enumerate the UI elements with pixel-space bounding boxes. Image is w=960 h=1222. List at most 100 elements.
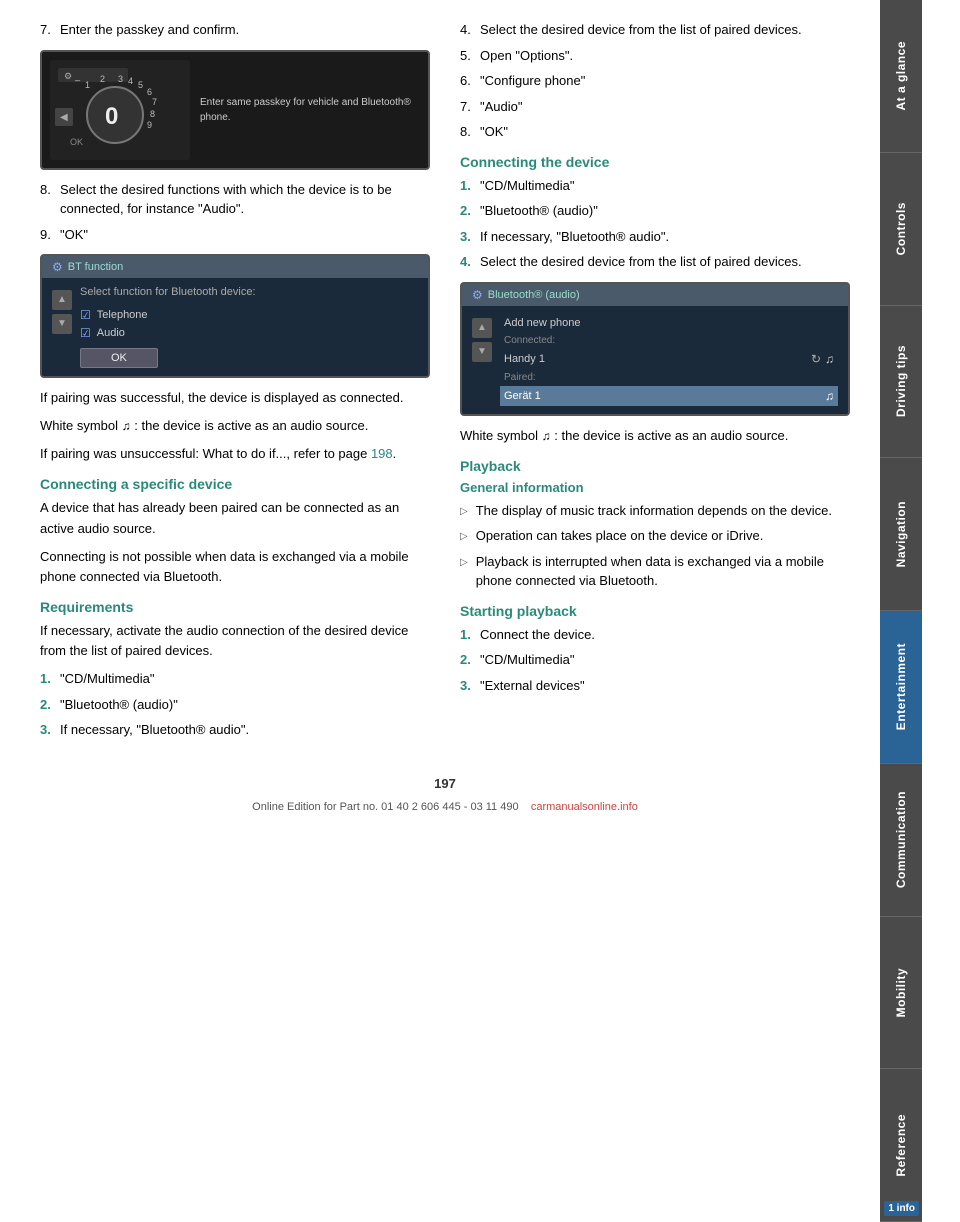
sidebar-item-at-a-glance[interactable]: At a glance (880, 0, 922, 153)
right-step-5: 5. Open "Options". (460, 46, 850, 66)
general-info-heading: General information (460, 480, 850, 495)
req-step2-text: "Bluetooth® (audio)" (60, 695, 178, 715)
step7-number: 7. (40, 20, 60, 40)
music-icon-connected: ♫ (825, 352, 834, 366)
req-step1-text: "CD/Multimedia" (60, 669, 154, 689)
right-step-8: 8. "OK" (460, 122, 850, 142)
sidebar-item-communication[interactable]: Communication (880, 764, 922, 917)
footer-logo: carmanualsonline.info (531, 801, 638, 813)
bt-option-audio: ☑ Audio (80, 324, 256, 342)
cd-step-2: 2. "Bluetooth® (audio)" (460, 201, 850, 221)
sidebar-item-navigation[interactable]: Navigation (880, 458, 922, 611)
cd-step3-text: If necessary, "Bluetooth® audio". (480, 227, 669, 247)
bt-audio-title: ⚙ Bluetooth® (audio) (462, 284, 848, 306)
page-number: 197 (40, 776, 850, 791)
sidebar-item-entertainment[interactable]: Entertainment (880, 611, 922, 764)
svg-text:4: 4 (128, 76, 133, 86)
starting-playback-heading: Starting playback (460, 603, 850, 619)
cd-step-3: 3. If necessary, "Bluetooth® audio". (460, 227, 850, 247)
bullet-tri-2: ▷ (460, 529, 468, 546)
cd-step-1: 1. "CD/Multimedia" (460, 176, 850, 196)
bullet-1: ▷ The display of music track information… (460, 501, 850, 521)
right-step-4: 4. Select the desired device from the li… (460, 20, 850, 40)
cd-step-4: 4. Select the desired device from the li… (460, 252, 850, 272)
cd-step4-text: Select the desired device from the list … (480, 252, 802, 272)
right-step8-number: 8. (460, 122, 480, 142)
right-step8-text: "OK" (480, 122, 508, 142)
step9-text: "OK" (60, 225, 88, 245)
passkey-dial: ⚙ _ 3 4 5 6 7 8 9 2 1 (50, 60, 190, 160)
step9-number: 9. (40, 225, 60, 245)
sidebar-label-entertainment: Entertainment (894, 643, 908, 730)
sp-step1-text: Connect the device. (480, 625, 595, 645)
cd-step2-text: "Bluetooth® (audio)" (480, 201, 598, 221)
right-step5-number: 5. (460, 46, 480, 66)
step-8: 8. Select the desired functions with whi… (40, 180, 430, 219)
step8-text: Select the desired functions with which … (60, 180, 430, 219)
req-step1-number: 1. (40, 669, 60, 689)
sp-step-2: 2. "CD/Multimedia" (460, 650, 850, 670)
svg-text:3: 3 (118, 74, 123, 84)
nav-arrow-up: ▲ (52, 290, 72, 310)
req-step-1: 1. "CD/Multimedia" (40, 669, 430, 689)
page-198-link[interactable]: 198 (371, 446, 393, 461)
connecting-para1: A device that has already been paired ca… (40, 498, 430, 538)
sidebar-label-mobility: Mobility (894, 968, 908, 1017)
checkbox-audio: ☑ (80, 326, 91, 340)
sidebar-label-reference: Reference (894, 1114, 908, 1177)
svg-text:OK: OK (70, 137, 83, 147)
cd-step1-number: 1. (460, 176, 480, 196)
bullet-2: ▷ Operation can takes place on the devic… (460, 526, 850, 546)
connecting-device-heading: Connecting the device (460, 154, 850, 170)
sidebar-label-navigation: Navigation (894, 501, 908, 567)
bt-screen-title: ⚙ BT function (42, 256, 428, 278)
unsuccessful-para: If pairing was unsuccessful: What to do … (40, 444, 430, 464)
svg-text:_: _ (74, 71, 81, 81)
bullet-tri-1: ▷ (460, 504, 468, 521)
right-step7-text: "Audio" (480, 97, 522, 117)
add-new-phone-row: Add new phone (500, 314, 838, 332)
paired-device-row: Gerät 1 ♫ (500, 386, 838, 406)
right-white-symbol-pre: White symbol (460, 428, 542, 443)
req-step3-number: 3. (40, 720, 60, 740)
sidebar-item-driving-tips[interactable]: Driving tips (880, 306, 922, 459)
connecting-specific-heading: Connecting a specific device (40, 476, 430, 492)
svg-text:5: 5 (138, 80, 143, 90)
svg-text:8: 8 (150, 109, 155, 119)
bt-audio-nav-up: ▲ (472, 318, 492, 338)
passkey-dial-svg: ⚙ _ 3 4 5 6 7 8 9 2 1 (50, 60, 190, 160)
step8-number: 8. (40, 180, 60, 219)
step7-text: Enter the passkey and confirm. (60, 20, 239, 40)
nav-arrow-down: ▼ (52, 314, 72, 334)
right-music-symbol-para: White symbol ♫ : the device is active as… (460, 426, 850, 446)
sp-step-3: 3. "External devices" (460, 676, 850, 696)
right-step6-number: 6. (460, 71, 480, 91)
right-column: 4. Select the desired device from the li… (460, 20, 850, 746)
svg-text:7: 7 (152, 97, 157, 107)
music-symbol-para: White symbol ♫ : the device is active as… (40, 416, 430, 436)
right-step-6: 6. "Configure phone" (460, 71, 850, 91)
right-step-7: 7. "Audio" (460, 97, 850, 117)
bt-screen-body: ▲ ▼ Select function for Bluetooth device… (42, 278, 428, 376)
cd-step3-number: 3. (460, 227, 480, 247)
req-step3-text: If necessary, "Bluetooth® audio". (60, 720, 249, 740)
req-para: If necessary, activate the audio connect… (40, 621, 430, 661)
sp-step1-number: 1. (460, 625, 480, 645)
req-step-2: 2. "Bluetooth® (audio)" (40, 695, 430, 715)
sidebar: At a glance Controls Driving tips Naviga… (880, 0, 922, 1222)
unsuccessful-pre: If pairing was unsuccessful: What to do … (40, 446, 371, 461)
svg-text:6: 6 (147, 87, 152, 97)
checkbox-telephone: ☑ (80, 308, 91, 322)
right-step7-number: 7. (460, 97, 480, 117)
bt-instruction: Select function for Bluetooth device: (80, 286, 256, 298)
bullet-3: ▷ Playback is interrupted when data is e… (460, 552, 850, 591)
sidebar-item-mobility[interactable]: Mobility (880, 917, 922, 1070)
music-note-icon: ♫ (122, 419, 131, 433)
sidebar-item-reference[interactable]: Reference 1 info (880, 1069, 922, 1222)
music-icon-paired: ♫ (825, 389, 834, 403)
sidebar-item-controls[interactable]: Controls (880, 153, 922, 306)
cd-step2-number: 2. (460, 201, 480, 221)
passkey-instruction: Enter same passkey for vehicle and Bluet… (200, 95, 420, 125)
sync-icon: ↻ (811, 352, 821, 366)
sidebar-label-communication: Communication (894, 791, 908, 888)
